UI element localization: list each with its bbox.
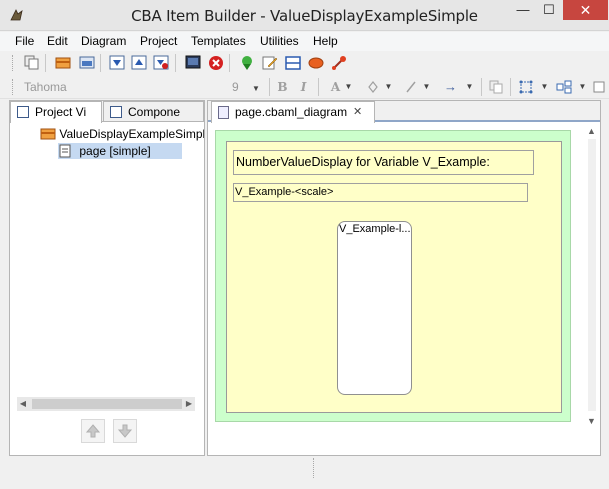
page-background[interactable]: NumberValueDisplay for Variable V_Exampl…: [215, 130, 571, 422]
export-delete-icon[interactable]: [152, 54, 169, 71]
menu-bar: File Edit Diagram Project Templates Util…: [0, 32, 609, 51]
project-view-panel: Project Vi Compone ValueDisplayExampleSi…: [9, 100, 205, 456]
open-project-icon[interactable]: [78, 54, 95, 71]
line-style-button[interactable]: →: [442, 78, 459, 95]
tree-item-label: ValueDisplayExampleSimple: [59, 127, 204, 141]
menu-diagram[interactable]: Diagram: [81, 34, 126, 48]
copy-icon[interactable]: [23, 54, 40, 71]
scroll-left-icon[interactable]: ◀: [17, 397, 29, 411]
menu-utilities[interactable]: Utilities: [260, 34, 299, 48]
chevron-down-icon[interactable]: ▼: [418, 78, 435, 95]
menu-templates[interactable]: Templates: [191, 34, 246, 48]
menu-file[interactable]: File: [15, 34, 34, 48]
maximize-button[interactable]: ☐: [536, 0, 562, 20]
menu-help[interactable]: Help: [313, 34, 338, 48]
move-up-button[interactable]: [81, 419, 105, 443]
connect-icon[interactable]: [330, 54, 347, 71]
toolbar-separator: [45, 54, 46, 72]
chevron-down-icon[interactable]: ▼: [461, 78, 478, 95]
editor-tab-strip: page.cbaml_diagram ✕: [208, 101, 600, 123]
bold-button[interactable]: B: [274, 78, 291, 95]
toolbar-separator: [481, 78, 482, 96]
font-size-combo[interactable]: 9 ▼: [229, 78, 267, 96]
font-family-combo[interactable]: Tahoma: [20, 78, 225, 96]
vertical-scrollbar[interactable]: ▲ ▼: [585, 123, 599, 432]
scroll-up-icon[interactable]: ▲: [587, 126, 596, 136]
diagram-canvas[interactable]: NumberValueDisplay for Variable V_Exampl…: [210, 123, 586, 432]
toolbar-separator: [269, 78, 270, 96]
toolbar-separator: [510, 78, 511, 96]
scrollbar-thumb[interactable]: [32, 399, 182, 409]
close-tab-icon[interactable]: ✕: [353, 102, 362, 122]
tree-item-label: page [simple]: [79, 144, 151, 158]
stop-icon[interactable]: [207, 54, 224, 71]
toolbar-grip[interactable]: [12, 79, 15, 95]
toolbar-separator: [318, 78, 319, 96]
arrange-icon[interactable]: [555, 78, 572, 95]
chevron-down-icon[interactable]: ▼: [340, 78, 357, 95]
minimize-button[interactable]: —: [510, 0, 536, 20]
format-toolbar: Tahoma 9 ▼ B I A ▼ ▼ ▼ → ▼ ▼ ▼: [0, 75, 609, 99]
arrow-up-icon: [85, 424, 101, 438]
value-display-scale[interactable]: V_Example-<scale>: [233, 183, 528, 202]
tree-item-project[interactable]: ValueDisplayExampleSimple: [40, 126, 204, 142]
diagram-editor-panel: page.cbaml_diagram ✕ NumberValueDisplay …: [207, 100, 601, 456]
import-icon[interactable]: [108, 54, 125, 71]
components-icon: [110, 106, 122, 118]
menu-project[interactable]: Project: [140, 34, 177, 48]
close-button[interactable]: ✕: [563, 0, 608, 20]
line-color-icon[interactable]: [402, 78, 419, 95]
chevron-down-icon[interactable]: ▼: [536, 78, 553, 95]
tab-project-view[interactable]: Project Vi: [10, 101, 102, 123]
chevron-down-icon[interactable]: ▼: [574, 78, 591, 95]
main-toolbar: [0, 51, 609, 75]
copy-format-icon[interactable]: [487, 78, 504, 95]
italic-button[interactable]: I: [295, 78, 312, 95]
export-icon[interactable]: [130, 54, 147, 71]
fill-color-icon[interactable]: [364, 78, 381, 95]
status-bar: [0, 458, 609, 489]
diagram-file-icon: [218, 106, 229, 119]
project-view-icon: [17, 106, 29, 118]
tab-components[interactable]: Compone: [103, 101, 204, 122]
tab-components-label: Compone: [128, 105, 181, 119]
generate-icon[interactable]: [238, 54, 255, 71]
toolbar-separator: [229, 54, 230, 72]
tab-page-diagram-label: page.cbaml_diagram: [235, 105, 348, 119]
toolbar-separator: [175, 54, 176, 72]
horizontal-scrollbar[interactable]: ◀ ▶: [17, 397, 195, 411]
title-bar: CBA Item Builder - ValueDisplayExampleSi…: [0, 0, 609, 31]
menu-edit[interactable]: Edit: [47, 34, 68, 48]
page-icon: [59, 144, 71, 158]
toolbar-separator: [100, 54, 101, 72]
tab-page-diagram[interactable]: page.cbaml_diagram ✕: [211, 101, 375, 123]
edit-icon[interactable]: [261, 54, 278, 71]
preview-icon[interactable]: [184, 54, 201, 71]
panel-element[interactable]: NumberValueDisplay for Variable V_Exampl…: [226, 141, 562, 413]
arrow-down-icon: [117, 424, 133, 438]
tree-item-page[interactable]: page [simple]: [58, 143, 182, 159]
toolbar-overflow-icon[interactable]: [590, 78, 607, 95]
left-tab-strip: Project Vi Compone: [10, 101, 204, 123]
font-size-value: 9: [232, 80, 239, 94]
panel-icon[interactable]: [284, 54, 301, 71]
scroll-right-icon[interactable]: ▶: [183, 397, 195, 411]
text-field-title[interactable]: NumberValueDisplay for Variable V_Exampl…: [233, 150, 534, 175]
scrollbar-track[interactable]: [588, 139, 596, 411]
chevron-down-icon[interactable]: ▼: [380, 78, 397, 95]
chevron-down-icon: ▼: [252, 84, 260, 93]
ellipse-icon[interactable]: [307, 54, 324, 71]
status-grip[interactable]: [313, 458, 316, 478]
toolbar-grip[interactable]: [12, 55, 15, 71]
scroll-down-icon[interactable]: ▼: [587, 416, 596, 426]
tab-project-view-label: Project Vi: [35, 105, 87, 119]
project-icon: [40, 128, 56, 140]
move-down-button[interactable]: [113, 419, 137, 443]
select-all-icon[interactable]: [517, 78, 534, 95]
value-display-element[interactable]: V_Example-l...: [337, 221, 412, 395]
new-project-icon[interactable]: [54, 54, 71, 71]
